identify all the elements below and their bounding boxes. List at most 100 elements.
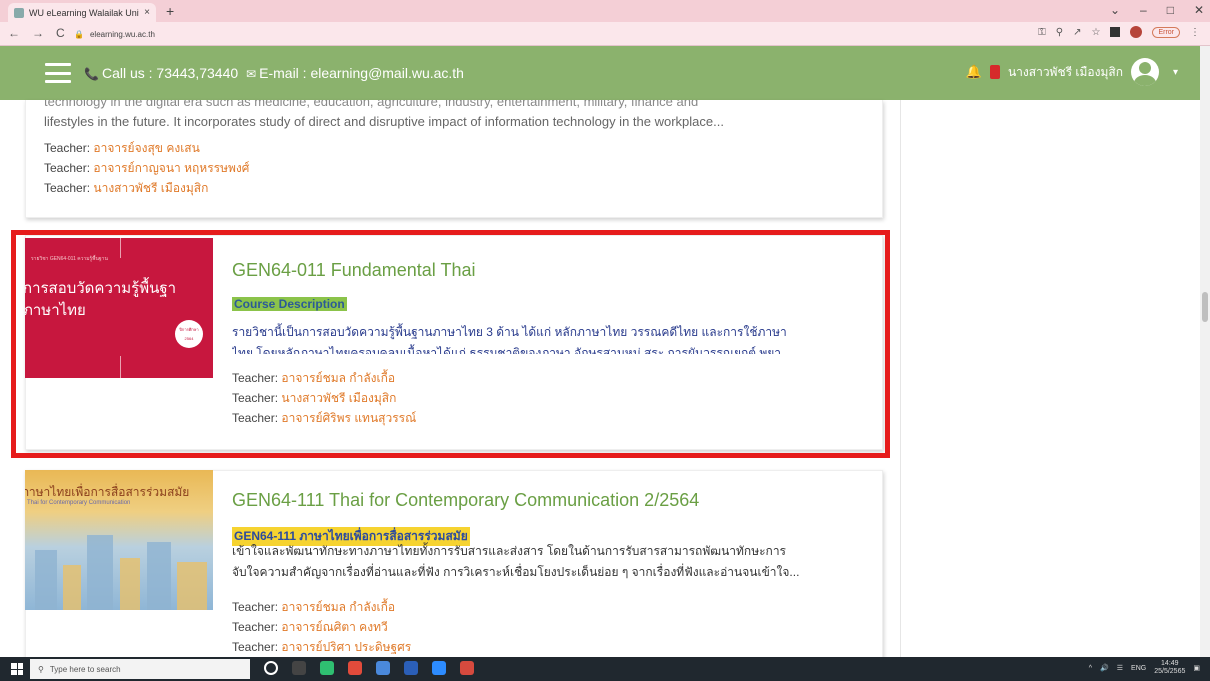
maximize-button[interactable]: □ xyxy=(1167,3,1174,17)
teacher-name-link[interactable]: อาจารย์ชมล กำลังเกื้อ xyxy=(281,600,395,614)
bookmark-star-icon[interactable]: ☆ xyxy=(1091,27,1100,38)
user-name[interactable]: นางสาวพัชรี เมืองมุสิก xyxy=(1008,63,1123,82)
address-bar-row: ← → C 🔒 elearning.wu.ac.th ⚿ ⚲ ↗ ☆ Error… xyxy=(0,22,1210,46)
browser-extensions: ⚿ ⚲ ↗ ☆ Error ⋮ xyxy=(1038,26,1200,38)
network-icon[interactable]: ☰ xyxy=(1117,664,1123,672)
share-icon[interactable]: ↗ xyxy=(1073,27,1081,38)
teacher-label: Teacher: xyxy=(44,161,91,175)
tab-search-icon[interactable]: ⌄ xyxy=(1110,3,1120,17)
mail-icon: ✉ xyxy=(246,67,257,81)
teacher-label: Teacher: xyxy=(232,620,279,634)
chevron-down-icon[interactable]: ▾ xyxy=(1173,67,1178,78)
thumbnail-decoration xyxy=(35,550,57,610)
site-header: 📞 Call us : 73443,73440 ✉ E-mail : elearni… xyxy=(0,46,1200,100)
teacher-entry: Teacher: อาจารย์ชมล กำลังเกื้อ xyxy=(232,597,411,617)
thumbnail-decoration xyxy=(87,535,113,610)
windows-start-icon[interactable] xyxy=(11,663,23,675)
clock-time: 14:49 xyxy=(1161,660,1179,667)
search-placeholder: Type here to search xyxy=(49,664,121,674)
task-view-icon[interactable] xyxy=(292,661,306,675)
highlight-box xyxy=(11,230,890,458)
url-field[interactable]: 🔒 elearning.wu.ac.th xyxy=(70,26,1090,42)
clock-date: 25/5/2565 xyxy=(1154,668,1186,675)
course-thumbnail[interactable]: ภาษาไทยเพื่อการสื่อสารร่วมสมัย Thai for … xyxy=(25,470,213,610)
description-line-clipped: technology in the digital era such as me… xyxy=(44,100,699,109)
course-description: technology in the digital era such as me… xyxy=(44,100,874,133)
teacher-name-link[interactable]: นางสาวพัชรี เมืองมุสิก xyxy=(93,181,208,195)
phone-icon: 📞 xyxy=(84,67,99,81)
user-avatar-icon[interactable] xyxy=(1130,58,1159,86)
browser-tab-bar: WU eLearning Walailak Universi × + ⌄ – □… xyxy=(0,0,1210,22)
thumbnail-decoration xyxy=(120,558,140,610)
close-window-button[interactable]: ✕ xyxy=(1194,3,1204,17)
chrome-icon[interactable] xyxy=(348,661,362,675)
notification-bell-icon[interactable]: 🔔 xyxy=(966,64,982,80)
course-description: เข้าใจและพัฒนาทักษะทางภาษาไทยทั้งการรับส… xyxy=(232,541,872,583)
thumbnail-title-line2: Thai for Contemporary Communication xyxy=(27,500,131,506)
cortana-icon[interactable] xyxy=(264,661,278,675)
tab-close-icon[interactable]: × xyxy=(144,7,150,18)
teacher-entry: Teacher: อาจารย์จงสุข คงเสน xyxy=(44,138,249,158)
site-favicon-icon xyxy=(14,7,24,18)
teacher-entry: Teacher: อาจารย์ณศิตา คงทวี xyxy=(232,617,411,637)
description-line: จับใจความสำคัญจากเรื่องที่อ่านและที่ฟัง … xyxy=(232,565,800,579)
clock[interactable]: 14:49 25/5/2565 xyxy=(1154,660,1185,676)
thumbnail-decoration xyxy=(177,562,207,610)
message-icon[interactable] xyxy=(989,65,1000,79)
thumbnail-decoration xyxy=(63,565,81,610)
course-card: technology in the digital era such as me… xyxy=(25,100,883,218)
teacher-label: Teacher: xyxy=(232,600,279,614)
teacher-name-link[interactable]: อาจารย์ณศิตา คงทวี xyxy=(281,620,387,634)
tab-title: WU eLearning Walailak Universi xyxy=(29,7,139,18)
teacher-name-link[interactable]: อาจารย์ปริศา ประดิษฐศร xyxy=(281,640,411,654)
back-button[interactable]: ← xyxy=(8,26,20,40)
teacher-name-link[interactable]: อาจารย์จงสุข คงเสน xyxy=(93,141,199,155)
error-badge[interactable]: Error xyxy=(1152,26,1180,38)
profile-avatar-icon[interactable] xyxy=(1130,26,1143,38)
url-text: elearning.wu.ac.th xyxy=(89,29,155,39)
thumbnail-decoration xyxy=(147,542,171,610)
windows-taskbar: ⚲ Type here to search ^ 🔊 ☰ ENG 14:49 25… xyxy=(0,657,1210,681)
browser-tab[interactable]: WU eLearning Walailak Universi × xyxy=(8,3,156,22)
reload-button[interactable]: C xyxy=(56,26,65,40)
line-app-icon[interactable] xyxy=(320,661,334,675)
tray-chevron-icon[interactable]: ^ xyxy=(1089,665,1092,672)
teacher-list: Teacher: อาจารย์จงสุข คงเสน Teacher: อาจ… xyxy=(44,138,249,198)
page-scrollbar[interactable] xyxy=(1200,46,1210,657)
contact-info: 📞 Call us : 73443,73440 ✉ E-mail : elearni… xyxy=(84,65,464,81)
description-line: lifestyles in the future. It incorporate… xyxy=(44,114,724,129)
browser-menu-icon[interactable]: ⋮ xyxy=(1190,27,1200,38)
zoom-app-icon[interactable] xyxy=(432,661,446,675)
teacher-list: Teacher: อาจารย์ชมล กำลังเกื้อ Teacher: … xyxy=(232,597,411,657)
forward-button[interactable]: → xyxy=(32,26,44,40)
word-icon[interactable] xyxy=(404,661,418,675)
zoom-icon[interactable]: ⚲ xyxy=(1056,27,1063,38)
side-panel-icon[interactable] xyxy=(1110,27,1121,37)
key-icon[interactable]: ⚿ xyxy=(1038,27,1046,38)
volume-icon[interactable]: 🔊 xyxy=(1100,664,1109,672)
taskbar-search-input[interactable]: ⚲ Type here to search xyxy=(30,659,250,679)
teacher-label: Teacher: xyxy=(44,141,91,155)
sidebar-divider xyxy=(900,100,901,657)
file-explorer-icon[interactable] xyxy=(376,661,390,675)
notification-center-icon[interactable]: ▣ xyxy=(1193,664,1200,672)
nav-buttons: ← → C xyxy=(8,26,65,40)
teacher-label: Teacher: xyxy=(232,640,279,654)
teacher-name-link[interactable]: อาจารย์กาญจนา หฤหรรษพงศ์ xyxy=(93,161,249,175)
system-tray: ^ 🔊 ☰ ENG 14:49 25/5/2565 ▣ xyxy=(1089,660,1200,676)
new-tab-button[interactable]: + xyxy=(166,3,174,19)
teacher-entry: Teacher: อาจารย์ปริศา ประดิษฐศร xyxy=(232,637,411,657)
hamburger-menu-icon[interactable] xyxy=(45,63,71,83)
call-us-text: Call us : 73443,73440 xyxy=(101,65,239,81)
language-indicator[interactable]: ENG xyxy=(1131,665,1146,672)
chrome-active-icon[interactable] xyxy=(460,661,474,675)
teacher-label: Teacher: xyxy=(44,181,91,195)
scrollbar-thumb[interactable] xyxy=(1202,292,1208,322)
description-line: เข้าใจและพัฒนาทักษะทางภาษาไทยทั้งการรับส… xyxy=(232,544,786,558)
email-text[interactable]: E-mail : elearning@mail.wu.ac.th xyxy=(259,65,464,81)
minimize-button[interactable]: – xyxy=(1140,3,1147,17)
window-controls: ⌄ – □ ✕ xyxy=(1110,3,1204,17)
taskbar-apps xyxy=(264,661,474,675)
user-menu[interactable]: 🔔 นางสาวพัชรี เมืองมุสิก ▾ xyxy=(966,58,1178,86)
course-title-link[interactable]: GEN64-111 Thai for Contemporary Communic… xyxy=(232,490,699,511)
